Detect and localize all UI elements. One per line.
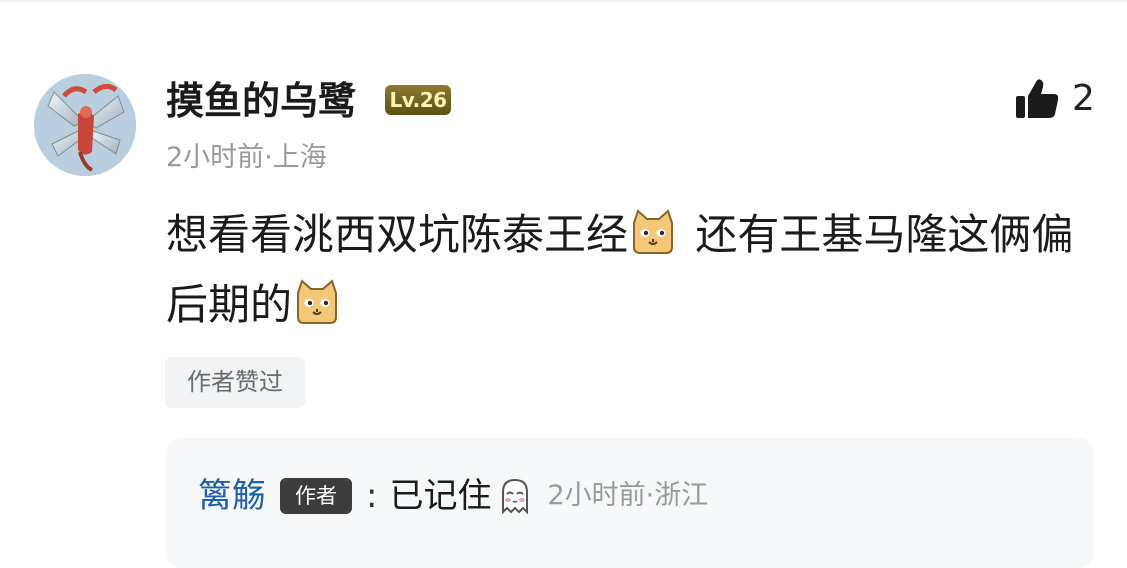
meta-separator: · [264, 142, 273, 173]
reply-colon: : [366, 476, 378, 516]
comment-username[interactable]: 摸鱼的乌鹭 [166, 76, 356, 126]
comment-item: 摸鱼的乌鹭 Lv.26 2 2小时前·上海 想看看洮西双坑陈泰王经 还有王基马隆… [0, 0, 1127, 568]
reply-box[interactable]: 篱觞 作者 : 已记住 2小时前 · 浙江 [166, 438, 1094, 568]
reply-location: 浙江 [654, 480, 709, 511]
reply-meta-separator: · [645, 480, 655, 511]
avatar[interactable] [34, 74, 136, 176]
comment-time: 2小时前 [166, 142, 265, 173]
author-badge: 作者 [280, 478, 352, 514]
comment-location: 上海 [272, 142, 327, 173]
shy-ghost-emoji-icon [502, 478, 529, 515]
reply-text: 已记住 [389, 476, 492, 516]
level-badge: Lv.26 [385, 85, 451, 115]
cat-face-emoji-icon [633, 209, 674, 254]
comment-text-part1: 想看看洮西双坑陈泰王经 [166, 210, 629, 259]
comment-meta: 2小时前·上海 [166, 140, 327, 176]
reply-item: 篱觞 作者 : 已记住 2小时前 · 浙江 [198, 474, 708, 518]
reply-username[interactable]: 篱觞 [198, 474, 266, 518]
author-liked-tag: 作者赞过 [165, 357, 305, 408]
avatar-image [34, 74, 136, 176]
thumbs-up-icon [1016, 79, 1059, 118]
cat-face-emoji-icon [297, 279, 338, 324]
like-count: 2 [1072, 78, 1095, 119]
comment-text: 想看看洮西双坑陈泰王经 还有王基马隆这俩偏后期的 [166, 200, 1106, 340]
reply-time: 2小时前 [547, 480, 646, 511]
